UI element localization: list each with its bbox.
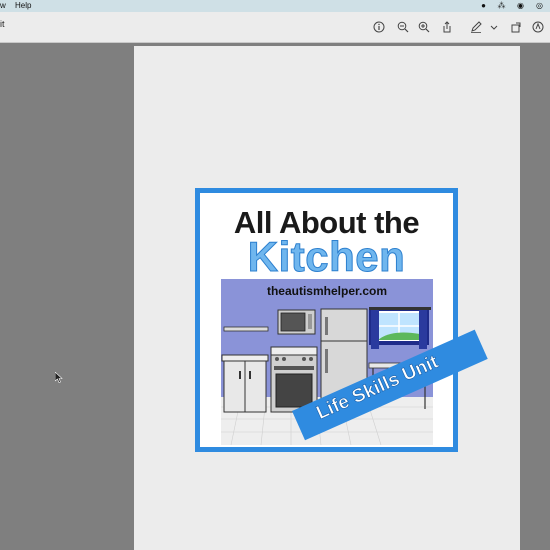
- search-icon[interactable]: [532, 21, 544, 33]
- record-icon[interactable]: ●: [479, 1, 488, 10]
- app-icon[interactable]: ◉: [516, 1, 525, 10]
- settings-icon[interactable]: ◎: [535, 1, 544, 10]
- chevron-down-icon[interactable]: [488, 21, 500, 33]
- dots-icon[interactable]: ⁂: [497, 1, 506, 10]
- zoom-out-icon[interactable]: [397, 21, 409, 33]
- info-icon[interactable]: [373, 21, 385, 33]
- cover-image: All About the Kitchen theautismhelper.co…: [195, 188, 488, 452]
- rotate-icon[interactable]: [510, 21, 522, 33]
- zoom-in-icon[interactable]: [418, 21, 430, 33]
- markup-pen-icon[interactable]: [470, 21, 482, 33]
- mouse-pointer-icon: [54, 370, 63, 383]
- website-label: theautismhelper.com: [266, 284, 388, 298]
- toolbar: it: [0, 12, 550, 43]
- menu-item-view[interactable]: w: [0, 1, 6, 10]
- share-icon[interactable]: [441, 21, 453, 33]
- window-title: it: [0, 19, 5, 29]
- menu-bar: w Help ● ⁂ ◉ ◎: [0, 0, 550, 12]
- cover-subtitle: Kitchen: [247, 233, 406, 281]
- menu-item-help[interactable]: Help: [15, 1, 31, 10]
